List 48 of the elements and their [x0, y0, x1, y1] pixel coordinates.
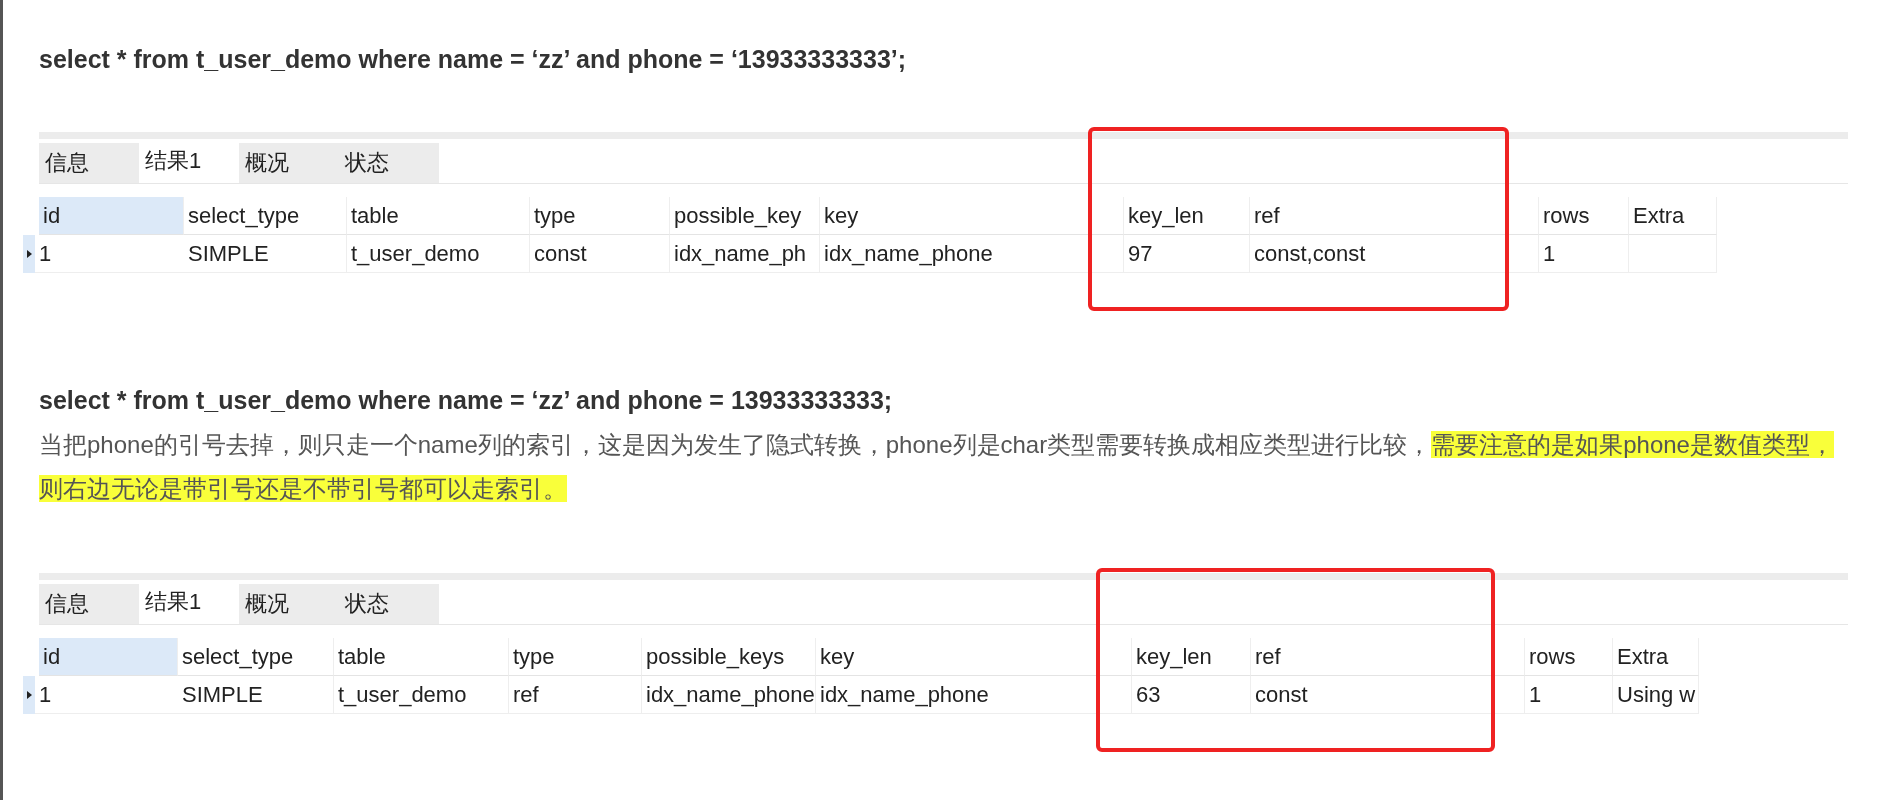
table-cell: t_user_demo	[334, 676, 509, 714]
table-cell: 1	[39, 240, 52, 267]
table-cell: SIMPLE	[178, 676, 334, 714]
column-header: possible_keys	[642, 638, 816, 676]
table-cell: 1	[39, 681, 52, 708]
result-tab[interactable]: 信息	[39, 584, 139, 624]
column-header: id	[39, 197, 184, 235]
table-cell: Using w	[1613, 676, 1699, 714]
column-header: type	[530, 197, 670, 235]
table-cell: SIMPLE	[184, 235, 347, 273]
column-header: key	[816, 638, 1132, 676]
sql-query: select * from t_user_demo where name = ‘zz’ and phone = 13933333333;	[39, 385, 893, 415]
column-header: key_len	[1124, 197, 1250, 235]
column-header: Extra	[1629, 197, 1717, 235]
column-header: Extra	[1613, 638, 1699, 676]
column-header: id	[39, 638, 178, 676]
explanation-paragraph: 当把phone的引号去掉，则只走一个name列的索引，这是因为发生了隐式转换，phone列是char类型需要转换成相应类型进行比较，需要注意的是如果phone是数值类型，则右边无论是带引号还是不带引号都可以走索引。	[39, 430, 1835, 504]
table-cell: idx_name_phone	[816, 676, 1132, 714]
column-header: rows	[1539, 197, 1629, 235]
result-tab[interactable]: 概况	[239, 584, 339, 624]
column-header: ref	[1251, 638, 1525, 676]
result-tab[interactable]: 状态	[339, 584, 439, 624]
column-header: ref	[1250, 197, 1539, 235]
result-tab[interactable]: 状态	[339, 143, 439, 183]
column-header: possible_key	[670, 197, 820, 235]
table-cell: 63	[1132, 676, 1251, 714]
table-cell: 97	[1124, 235, 1250, 273]
column-header: type	[509, 638, 642, 676]
column-header: select_type	[184, 197, 347, 235]
column-header: select_type	[178, 638, 334, 676]
sql-query: select * from t_user_demo where name = ‘zz’ and phone = ‘13933333333’;	[39, 44, 907, 74]
column-header: rows	[1525, 638, 1613, 676]
table-cell: idx_name_ph	[670, 235, 820, 273]
table-cell: t_user_demo	[347, 235, 530, 273]
table-cell: const	[530, 235, 670, 273]
result-tab[interactable]: 概况	[239, 143, 339, 183]
column-header: table	[334, 638, 509, 676]
table-cell: const	[1251, 676, 1525, 714]
column-header: table	[347, 197, 530, 235]
table-cell: idx_name_phone	[642, 676, 816, 714]
table-cell: idx_name_phone	[820, 235, 1124, 273]
column-header: key_len	[1132, 638, 1251, 676]
table-cell: ref	[509, 676, 642, 714]
result-tab[interactable]: 信息	[39, 143, 139, 183]
table-cell: 1	[1525, 676, 1613, 714]
column-header: key	[820, 197, 1124, 235]
table-cell: 1	[1539, 235, 1629, 273]
table-cell: const,const	[1250, 235, 1539, 273]
